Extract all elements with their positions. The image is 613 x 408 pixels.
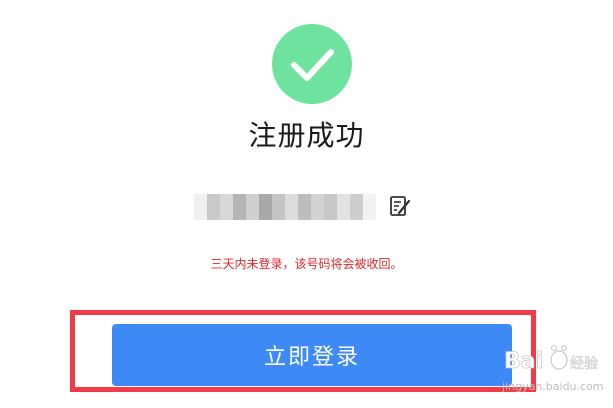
checkmark-icon bbox=[291, 49, 334, 81]
svg-text:Bai: Bai bbox=[504, 349, 543, 374]
baidu-jingyan-watermark: Bai 经验 jingyan.baidu.com bbox=[501, 334, 608, 404]
expiry-warning-text: 三天内未登录，该号码将会被收回。 bbox=[210, 257, 403, 271]
svg-text:经验: 经验 bbox=[570, 356, 598, 372]
masked-phone-number bbox=[194, 194, 376, 220]
svg-text:jingyan.baidu.com: jingyan.baidu.com bbox=[502, 380, 604, 393]
account-row bbox=[194, 190, 424, 224]
page-title: 注册成功 bbox=[248, 119, 365, 152]
login-now-button[interactable]: 立即登录 bbox=[112, 324, 512, 386]
success-check-icon bbox=[272, 24, 352, 104]
edit-icon[interactable] bbox=[388, 194, 412, 218]
